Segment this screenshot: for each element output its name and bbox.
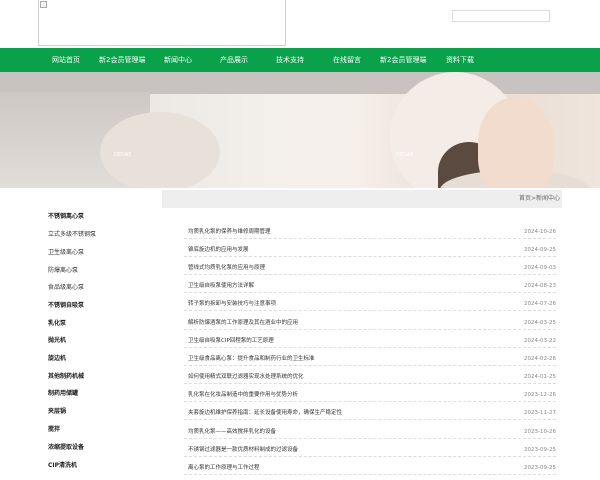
- list-item: 均质乳化泵的保养与维修周期管理 2024-10-26: [184, 225, 556, 239]
- list-item: 均质乳化泵——高效搅拌乳化的设备 2023-10-26: [184, 425, 556, 439]
- nav-item-downloads[interactable]: 资料下载: [446, 48, 474, 72]
- nav-item-news[interactable]: 新闻中心: [164, 48, 192, 72]
- sidebar-item[interactable]: 浓缩提取设备: [48, 442, 84, 454]
- banner-top-band: [0, 72, 600, 94]
- news-date: 2024-03-25: [524, 320, 556, 326]
- news-date: 2023-09-25: [524, 465, 556, 471]
- sidebar-item[interactable]: 抛光机: [48, 335, 66, 347]
- news-date: 2024-10-26: [524, 229, 556, 235]
- sidebar-item[interactable]: 夹层锅: [48, 406, 66, 418]
- news-date: 2024-09-25: [524, 247, 556, 253]
- list-item: 锥底旋边机的应用与发展 2024-09-25: [184, 243, 556, 257]
- sidebar-item[interactable]: 搅拌: [48, 424, 60, 436]
- list-item: 卫生级自吸泵使用方法详解 2024-08-23: [184, 279, 556, 293]
- sidebar-item[interactable]: CIP清洗机: [48, 460, 77, 472]
- news-title[interactable]: 卫生级自吸泵CIP回程泵的工艺原理: [188, 334, 274, 348]
- list-item: 卫生级自吸泵CIP回程泵的工艺原理 2024-03-22: [184, 334, 556, 348]
- news-date: 2023-09-25: [524, 447, 556, 453]
- sidebar-item[interactable]: 制药用储罐: [48, 388, 78, 400]
- news-title[interactable]: 均质乳化泵——高效搅拌乳化的设备: [188, 425, 276, 439]
- nav-item-products[interactable]: 产品展示: [220, 48, 248, 72]
- nav-item-support[interactable]: 技术支持: [276, 48, 304, 72]
- news-date: 2023-11-27: [524, 410, 556, 416]
- list-item: 转子泵的拆卸与安装技巧与注意事项 2024-07-26: [184, 297, 556, 311]
- sidebar-item[interactable]: 乳化泵: [48, 318, 66, 330]
- news-title[interactable]: 离心泵的工作原理与工作过程: [188, 461, 260, 475]
- logo-image[interactable]: [38, 0, 286, 46]
- main-nav: 网站首页 新2会员管理端 新闻中心 产品展示 技术支持 在线留言 新2会员管理端…: [0, 48, 600, 72]
- list-item: 如何使用精式双联过滤器实现水处理系统的优化 2024-01-25: [184, 370, 556, 384]
- news-date: 2024-03-22: [524, 338, 556, 344]
- news-title[interactable]: 解析防爆酒泵的工作原理及其在酒业中的应用: [188, 316, 298, 330]
- list-item: 乳化泵在化妆品制造中的重要作用与优势分析 2023-12-26: [184, 388, 556, 402]
- nav-item-member-admin-2[interactable]: 新2会员管理端: [380, 48, 426, 72]
- nav-item-member-admin[interactable]: 新2会员管理端: [99, 48, 145, 72]
- news-date: 2024-02-26: [524, 356, 556, 362]
- sidebar-item[interactable]: 卫生级离心泵: [48, 247, 84, 259]
- banner-person-face: [478, 98, 554, 188]
- news-date: 2023-12-26: [524, 392, 556, 398]
- nav-item-message[interactable]: 在线留言: [333, 48, 361, 72]
- news-date: 2024-07-26: [524, 301, 556, 307]
- news-title[interactable]: 卫生级食品离心泵：提升食品和制药行业的卫生标准: [188, 352, 315, 366]
- news-title[interactable]: 卫生级自吸泵使用方法详解: [188, 279, 254, 293]
- news-date: 2024-01-25: [524, 374, 556, 380]
- broken-image-icon: [40, 1, 47, 8]
- news-title[interactable]: 锥底旋边机的应用与发展: [188, 243, 249, 257]
- list-item: 夹套旋边机维护保养指南：延长设备使用寿命，确保生产稳定性 2023-11-27: [184, 406, 556, 420]
- news-title[interactable]: 不锈钢过滤器是一款优质材料制成的过滤设备: [188, 443, 298, 457]
- news-date: 2024-09-03: [524, 265, 556, 271]
- search-input[interactable]: [452, 10, 550, 22]
- list-item: 卫生级食品离心泵：提升食品和制药行业的卫生标准 2024-02-26: [184, 352, 556, 366]
- news-title[interactable]: 如何使用精式双联过滤器实现水处理系统的优化: [188, 370, 304, 384]
- news-date: 2024-08-23: [524, 283, 556, 289]
- list-item: 不锈钢过滤器是一款优质材料制成的过滤设备 2023-09-25: [184, 443, 556, 457]
- sidebar-item[interactable]: 食品级离心泵: [48, 282, 84, 294]
- news-date: 2023-10-26: [524, 429, 556, 435]
- breadcrumb-bar: 首页>新闻中心: [162, 190, 562, 208]
- sidebar-item[interactable]: 不锈钢离心泵: [48, 211, 84, 223]
- breadcrumb[interactable]: 首页>新闻中心: [519, 190, 560, 208]
- sidebar-item[interactable]: 其他制药机械: [48, 371, 84, 383]
- news-title[interactable]: 管线式均质乳化泵的应用与原理: [188, 261, 265, 275]
- sidebar-item[interactable]: 旋边机: [48, 353, 66, 365]
- banner-tag: DEDAE: [114, 152, 132, 158]
- sidebar-item[interactable]: 防爆离心泵: [48, 265, 78, 277]
- news-title[interactable]: 夹套旋边机维护保养指南：延长设备使用寿命，确保生产稳定性: [188, 406, 342, 420]
- news-title[interactable]: 乳化泵在化妆品制造中的重要作用与优势分析: [188, 388, 298, 402]
- sidebar-item[interactable]: 立式多级不锈钢泵: [48, 229, 96, 241]
- banner-tag: DEDAE: [396, 152, 414, 158]
- sidebar-item[interactable]: 不锈钢自吸泵: [48, 300, 84, 312]
- news-title[interactable]: 转子泵的拆卸与安装技巧与注意事项: [188, 297, 276, 311]
- news-title[interactable]: 均质乳化泵的保养与维修周期管理: [188, 225, 271, 239]
- list-item: 解析防爆酒泵的工作原理及其在酒业中的应用 2024-03-25: [184, 316, 556, 330]
- list-item: 管线式均质乳化泵的应用与原理 2024-09-03: [184, 261, 556, 275]
- list-item: 离心泵的工作原理与工作过程 2023-09-25: [184, 461, 556, 475]
- hero-banner: DEDAE DEDAE: [0, 72, 600, 188]
- nav-item-home[interactable]: 网站首页: [52, 48, 80, 72]
- banner-blur-shape: [100, 112, 220, 188]
